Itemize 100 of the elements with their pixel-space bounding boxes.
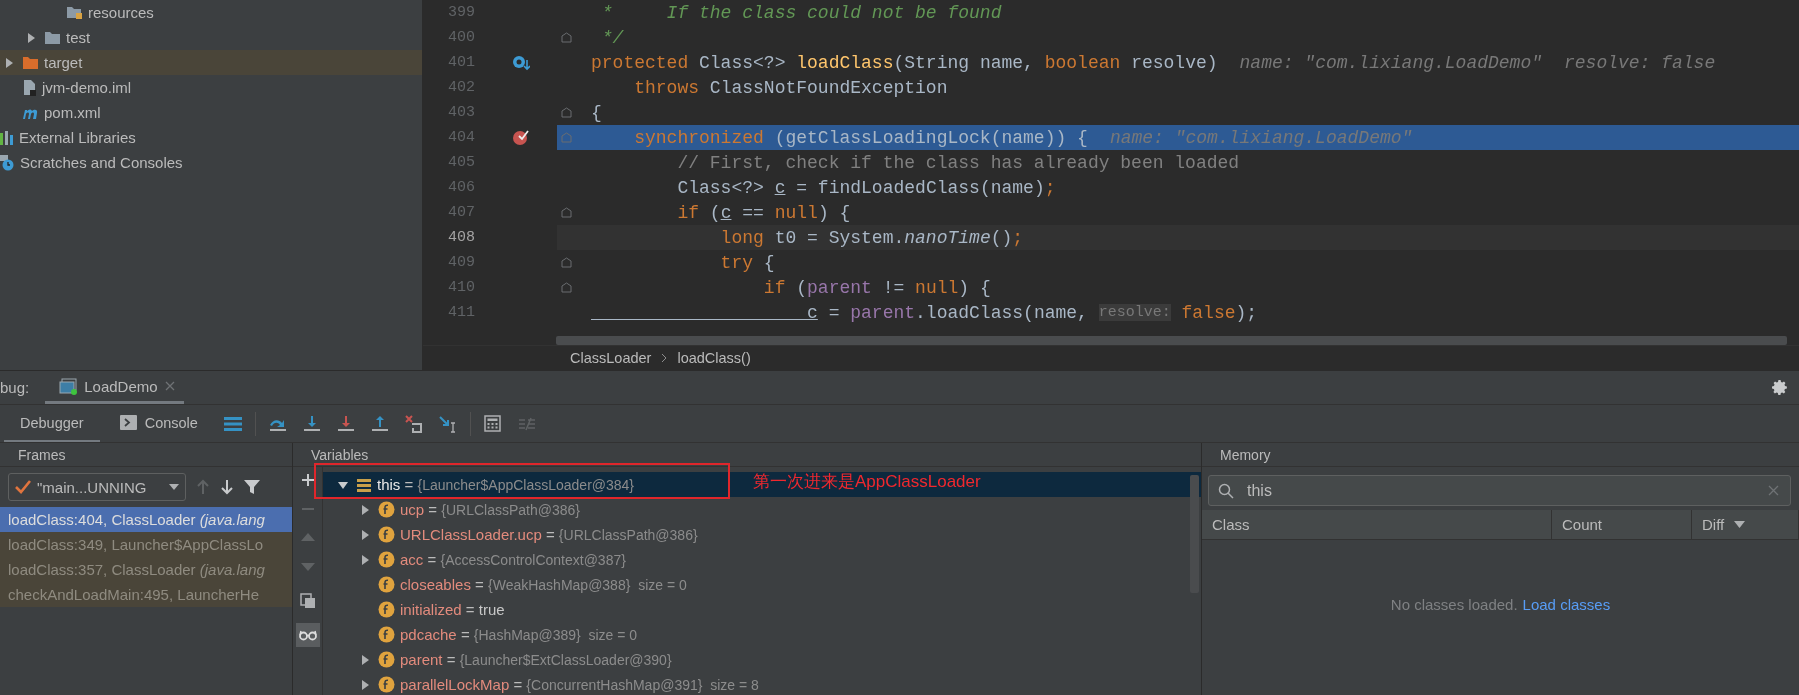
variable-row[interactable]: pdcache = {HashMap@389} size = 0 (323, 622, 1201, 647)
variable-text: parent = {Launcher$ExtClassLoader@390} (400, 651, 672, 668)
variable-row[interactable]: ucp = {URLClassPath@386} (323, 497, 1201, 522)
stack-frame[interactable]: checkAndLoadMain:495, LauncherHe (0, 582, 292, 607)
line-number: 402 (447, 79, 475, 96)
collapsed-arrow-icon[interactable] (359, 653, 371, 666)
variable-row[interactable]: parallelLockMap = {ConcurrentHashMap@391} size = 8 (323, 672, 1201, 695)
variable-text: ucp = {URLClassPath@386} (400, 501, 581, 518)
file-icon (22, 79, 37, 96)
copy-icon[interactable] (299, 593, 316, 609)
project-tree-item[interactable]: test (0, 25, 422, 50)
line-number: 407 (447, 204, 475, 221)
stack-frame[interactable]: loadClass:349, Launcher$AppClassLo (0, 532, 292, 557)
project-tree-item[interactable]: pom.xml (0, 100, 422, 125)
thread-dropdown[interactable]: "main...UNNING (8, 473, 186, 501)
variable-row[interactable]: acc = {AccessControlContext@387} (323, 547, 1201, 572)
window-icon (59, 377, 79, 395)
vertical-scrollbar[interactable] (1190, 475, 1199, 593)
collapsed-arrow-icon[interactable] (359, 503, 371, 516)
search-icon (1218, 483, 1234, 499)
breadcrumb[interactable]: ClassLoader (570, 350, 652, 367)
column-header[interactable]: Diff (1692, 510, 1799, 539)
collapsed-arrow-icon[interactable] (359, 678, 371, 691)
breadcrumb[interactable]: loadClass() (677, 350, 751, 367)
variable-text: closeables = {WeakHashMap@388} size = 0 (400, 576, 687, 593)
horizontal-scrollbar[interactable] (556, 336, 1787, 346)
settings-gear-icon[interactable] (1772, 379, 1789, 396)
line-number: 408 (447, 229, 475, 246)
project-tree-item[interactable]: Scratches and Consoles (0, 150, 422, 175)
arrow-down-icon[interactable] (220, 479, 234, 495)
step-out-icon (369, 414, 390, 433)
code-line: protected Class<?> loadClass(String name, boolean resolve) name: "com.lixiang.LoadDemo" resolve: false (590, 51, 1717, 75)
code-line: if (parent != null) { (557, 275, 1799, 300)
field-f-icon (378, 576, 395, 593)
field-f-icon (378, 501, 395, 518)
field-f-icon (378, 551, 395, 568)
code-line: * If the class could not be found (600, 1, 1003, 25)
line-number: 399 (447, 4, 475, 21)
collapsed-arrow-icon[interactable] (25, 31, 37, 44)
code-line: try { (557, 250, 1799, 275)
code-line: // First, check if the class has already been loaded (676, 151, 1241, 175)
stack-frame[interactable]: loadClass:357, ClassLoader (java.lang (0, 557, 292, 582)
load-classes-link[interactable]: Load classes (1522, 596, 1611, 695)
panel-title: Variables (311, 446, 369, 463)
stack-frame[interactable]: loadClass:404, ClassLoader (java.lang (0, 507, 292, 532)
line-number: 401 (447, 54, 475, 71)
variable-text: URLClassLoader.ucp = {URLClassPath@386} (400, 526, 698, 543)
panel-title: Memory (1220, 446, 1271, 463)
line-number: 400 (447, 29, 475, 46)
line-number: 406 (447, 179, 475, 196)
object-stack-icon (356, 477, 372, 492)
collapsed-arrow-icon[interactable] (3, 56, 15, 69)
folder-icon (22, 55, 39, 70)
collapsed-arrow-icon[interactable] (359, 528, 371, 541)
column-header[interactable]: Count (1552, 510, 1692, 539)
glasses-icon[interactable] (295, 623, 320, 647)
calculator-icon (484, 415, 502, 432)
trace-lines-icon (517, 416, 536, 431)
code-line: throws ClassNotFoundException (633, 76, 949, 100)
variable-text: acc = {AccessControlContext@387} (400, 551, 626, 568)
variable-row[interactable]: URLClassLoader.ucp = {URLClassPath@386} (323, 522, 1201, 547)
caret-icon (169, 484, 179, 490)
project-tree-item[interactable]: External Libraries (0, 125, 422, 150)
code-line: { (557, 100, 1799, 125)
run-to-cursor-icon (437, 414, 458, 433)
column-header[interactable]: Class (1202, 510, 1552, 539)
field-f-icon (378, 601, 395, 618)
method-breakpoint-icon (512, 54, 530, 71)
code-line: Class<?> c = findLoadedClass(name); (676, 176, 1057, 200)
variable-text: initialized = true (400, 601, 505, 618)
chevron-right-icon (661, 353, 668, 364)
project-tree-item[interactable]: jvm-demo.iml (0, 75, 422, 100)
empty-message: No classes loaded. (1390, 596, 1518, 615)
line-number: 403 (447, 104, 475, 121)
variable-row[interactable]: parent = {Launcher$ExtClassLoader@390} (323, 647, 1201, 672)
menu-icon (223, 415, 242, 432)
view-tab[interactable]: Console (103, 405, 214, 442)
plus-icon[interactable] (300, 473, 315, 487)
variable-text: pdcache = {HashMap@389} size = 0 (400, 626, 638, 643)
filter-icon[interactable] (244, 479, 260, 495)
force-step-into-icon (335, 414, 356, 433)
debug-session-tab[interactable]: LoadDemo (45, 371, 184, 404)
code-line: */ (557, 25, 1799, 50)
folder-icon (44, 30, 61, 45)
code-line: if (c == null) { (557, 200, 1799, 225)
line-number: 405 (447, 154, 475, 171)
project-tree-item[interactable]: resources (0, 0, 422, 25)
variable-row[interactable]: closeables = {WeakHashMap@388} size = 0 (323, 572, 1201, 597)
collapsed-arrow-icon[interactable] (359, 553, 371, 566)
search-field[interactable]: this (1208, 475, 1791, 506)
variable-row[interactable]: initialized = true (323, 597, 1201, 622)
view-tab[interactable]: Debugger (4, 405, 100, 442)
step-into-icon (301, 414, 322, 433)
project-tree-item[interactable]: target (0, 50, 422, 75)
panel-title: Frames (18, 446, 66, 463)
caret-icon (1734, 521, 1746, 528)
variable-text: parallelLockMap = {ConcurrentHashMap@391} size = 8 (400, 676, 759, 693)
field-f-icon (378, 651, 395, 668)
console-prompt-icon (119, 415, 137, 430)
line-number: 411 (447, 304, 475, 321)
